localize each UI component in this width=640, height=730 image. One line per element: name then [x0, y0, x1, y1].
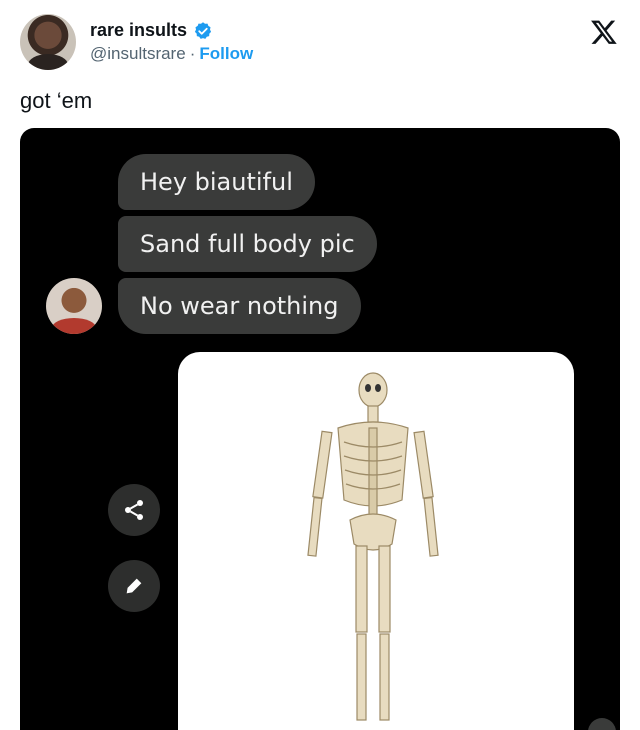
share-button[interactable]	[108, 484, 160, 536]
user-avatar[interactable]	[20, 14, 76, 70]
pencil-icon	[126, 578, 142, 594]
x-logo-icon[interactable]	[590, 18, 618, 46]
media-corner-button[interactable]	[588, 718, 616, 730]
share-icon	[125, 500, 143, 520]
skeleton-illustration	[307, 372, 439, 721]
tweet-text: got ‘em	[20, 88, 93, 113]
follow-button[interactable]: Follow	[199, 44, 253, 64]
chat-bubble: No wear nothing	[118, 278, 361, 334]
verified-badge-icon	[194, 21, 212, 39]
handle-row: @insultsrare · Follow	[90, 44, 253, 64]
sender-avatar	[46, 278, 102, 334]
shared-photo[interactable]	[178, 352, 574, 730]
chat-bubble: Hey biautiful	[118, 154, 315, 210]
user-handle[interactable]: @insultsrare	[90, 44, 186, 64]
user-name-row: rare insults	[90, 20, 213, 41]
tweet-media[interactable]: Hey biautiful Sand full body pic No wear…	[20, 128, 620, 730]
separator-dot: ·	[189, 44, 196, 63]
edit-button[interactable]	[108, 560, 160, 612]
chat-bubble: Sand full body pic	[118, 216, 377, 272]
display-name[interactable]: rare insults	[90, 20, 187, 41]
